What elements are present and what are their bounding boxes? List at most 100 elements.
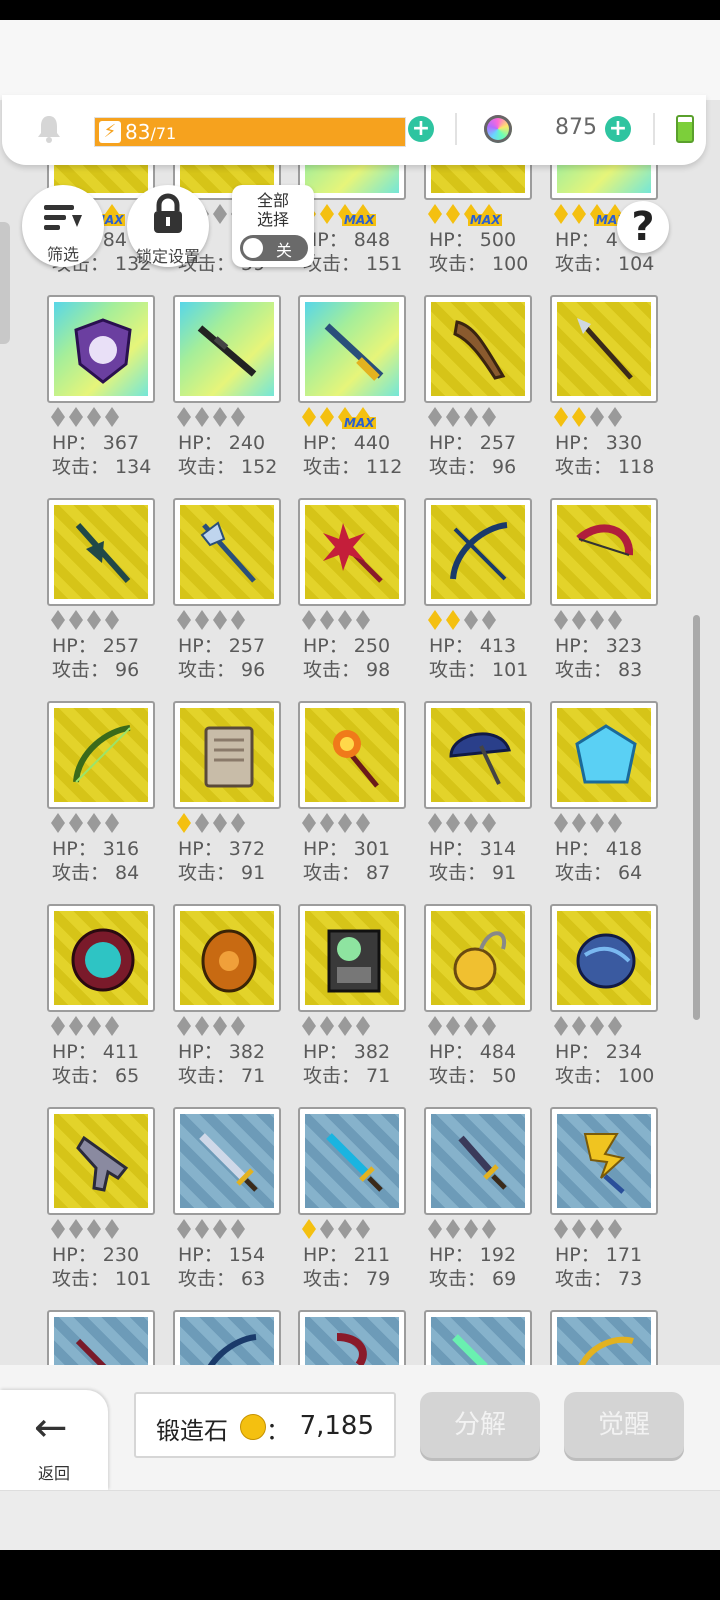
item-attack: 攻击： 87: [303, 862, 391, 884]
diamond-star-icon: [428, 1219, 442, 1239]
item-tile[interactable]: [424, 498, 532, 606]
item-tile[interactable]: [173, 1107, 281, 1215]
equipment-item[interactable]: HP： 418 攻击： 64: [550, 701, 662, 901]
equipment-item[interactable]: HP： 367 攻击： 134: [47, 295, 159, 495]
item-tile[interactable]: [550, 904, 658, 1012]
diamond-star-icon: [464, 407, 478, 427]
equipment-item[interactable]: HP： 211 攻击： 79: [298, 1107, 410, 1307]
equipment-item[interactable]: HP： 316 攻击： 84: [47, 701, 159, 901]
forge-stone-display: 锻造石 ： 7,185: [134, 1392, 396, 1458]
help-button[interactable]: ?: [617, 201, 669, 253]
equipment-item[interactable]: MAX HP： 500 攻击： 100: [424, 150, 536, 292]
equipment-item[interactable]: [47, 1310, 159, 1365]
item-background: [431, 1317, 525, 1365]
item-tile[interactable]: [550, 498, 658, 606]
filter-button[interactable]: 筛选: [22, 185, 104, 267]
item-tile[interactable]: [47, 904, 155, 1012]
item-background: [431, 911, 525, 1005]
blue-gem-icon: [575, 724, 637, 784]
item-attack: 攻击： 101: [52, 1268, 152, 1290]
item-tile[interactable]: [47, 1310, 155, 1365]
equipment-item[interactable]: HP： 257 攻击： 96: [424, 295, 536, 495]
diamond-star-icon: [51, 407, 65, 427]
diamond-star-icon: [195, 1219, 209, 1239]
item-tile[interactable]: [173, 1310, 281, 1365]
item-hp: HP： 323: [555, 635, 643, 657]
item-tile[interactable]: [550, 701, 658, 809]
scrollbar[interactable]: [693, 615, 700, 1020]
add-energy-button[interactable]: +: [408, 116, 434, 142]
item-tile[interactable]: [173, 498, 281, 606]
item-tile[interactable]: [298, 701, 406, 809]
equipment-item[interactable]: HP： 411 攻击： 65: [47, 904, 159, 1104]
item-tile[interactable]: [424, 1310, 532, 1365]
diamond-star-icon: [302, 813, 316, 833]
item-attack: 攻击： 96: [52, 659, 140, 681]
equipment-item[interactable]: HP： 484 攻击： 50: [424, 904, 536, 1104]
item-tile[interactable]: [550, 1107, 658, 1215]
equipment-item[interactable]: HP： 323 攻击： 83: [550, 498, 662, 698]
item-attack: 攻击： 104: [555, 253, 655, 275]
diamond-star-icon: [446, 1016, 460, 1036]
equipment-item[interactable]: HP： 250 攻击： 98: [298, 498, 410, 698]
item-background: [180, 911, 274, 1005]
item-tile[interactable]: [47, 498, 155, 606]
equipment-item[interactable]: HP： 372 攻击： 91: [173, 701, 285, 901]
item-tile[interactable]: [298, 904, 406, 1012]
equipment-item[interactable]: HP： 301 攻击： 87: [298, 701, 410, 901]
item-tile[interactable]: [173, 904, 281, 1012]
item-background: [557, 505, 651, 599]
diamond-star-icon: [302, 1219, 316, 1239]
equipment-item[interactable]: [173, 1310, 285, 1365]
diamond-star-icon: [51, 813, 65, 833]
item-tile[interactable]: [298, 1107, 406, 1215]
equipment-item[interactable]: HP： 257 攻击： 96: [47, 498, 159, 698]
awaken-button[interactable]: 觉醒: [564, 1392, 684, 1458]
diamond-star-icon: [572, 1219, 586, 1239]
item-tile[interactable]: [424, 1107, 532, 1215]
equipment-item[interactable]: [550, 1310, 662, 1365]
item-tile[interactable]: [47, 295, 155, 403]
item-tile[interactable]: [173, 295, 281, 403]
item-tile[interactable]: [298, 498, 406, 606]
equipment-item[interactable]: HP： 192 攻击： 69: [424, 1107, 536, 1307]
equipment-item[interactable]: HP： 382 攻击： 71: [298, 904, 410, 1104]
equipment-item[interactable]: HP： 240 攻击： 152: [173, 295, 285, 495]
item-tile[interactable]: [298, 1310, 406, 1365]
item-tile[interactable]: [550, 1310, 658, 1365]
equipment-item[interactable]: [298, 1310, 410, 1365]
equipment-item[interactable]: MAX HP： 848 攻击： 151: [298, 150, 410, 292]
equipment-item[interactable]: HP： 330 攻击： 118: [550, 295, 662, 495]
equipment-item[interactable]: HP： 234 攻击： 100: [550, 904, 662, 1104]
item-tile[interactable]: [173, 701, 281, 809]
toggle-switch[interactable]: 关: [240, 235, 308, 261]
diamond-star-icon: [482, 813, 496, 833]
equipment-item[interactable]: HP： 382 攻击： 71: [173, 904, 285, 1104]
select-all-toggle[interactable]: 全部 选择 关: [232, 185, 314, 267]
blue-pouch-icon: [576, 933, 636, 989]
green-sword-icon: [452, 1334, 488, 1365]
item-tile[interactable]: [424, 904, 532, 1012]
diamond-star-icon: [590, 407, 604, 427]
equipment-item[interactable]: HP： 314 攻击： 91: [424, 701, 536, 901]
item-tile[interactable]: [47, 701, 155, 809]
item-tile[interactable]: [424, 295, 532, 403]
equipment-item[interactable]: HP： 154 攻击： 63: [173, 1107, 285, 1307]
equipment-item[interactable]: [424, 1310, 536, 1365]
item-tile[interactable]: [424, 701, 532, 809]
item-tile[interactable]: [298, 295, 406, 403]
item-tile[interactable]: [550, 295, 658, 403]
add-gems-button[interactable]: +: [605, 116, 631, 142]
lock-settings-button[interactable]: 锁定设置: [127, 185, 209, 267]
diamond-star-icon: [338, 610, 352, 630]
equipment-item[interactable]: MAX HP： 440 攻击： 112: [298, 295, 410, 495]
equipment-item[interactable]: HP： 257 攻击： 96: [173, 498, 285, 698]
equipment-item[interactable]: HP： 230 攻击： 101: [47, 1107, 159, 1307]
bell-icon[interactable]: [36, 113, 62, 143]
decompose-button[interactable]: 分解: [420, 1392, 540, 1458]
equipment-item[interactable]: HP： 413 攻击： 101: [424, 498, 536, 698]
back-button[interactable]: ← 返回: [0, 1390, 108, 1490]
item-tile[interactable]: [47, 1107, 155, 1215]
item-attack: 攻击： 118: [555, 456, 655, 478]
equipment-item[interactable]: HP： 171 攻击： 73: [550, 1107, 662, 1307]
